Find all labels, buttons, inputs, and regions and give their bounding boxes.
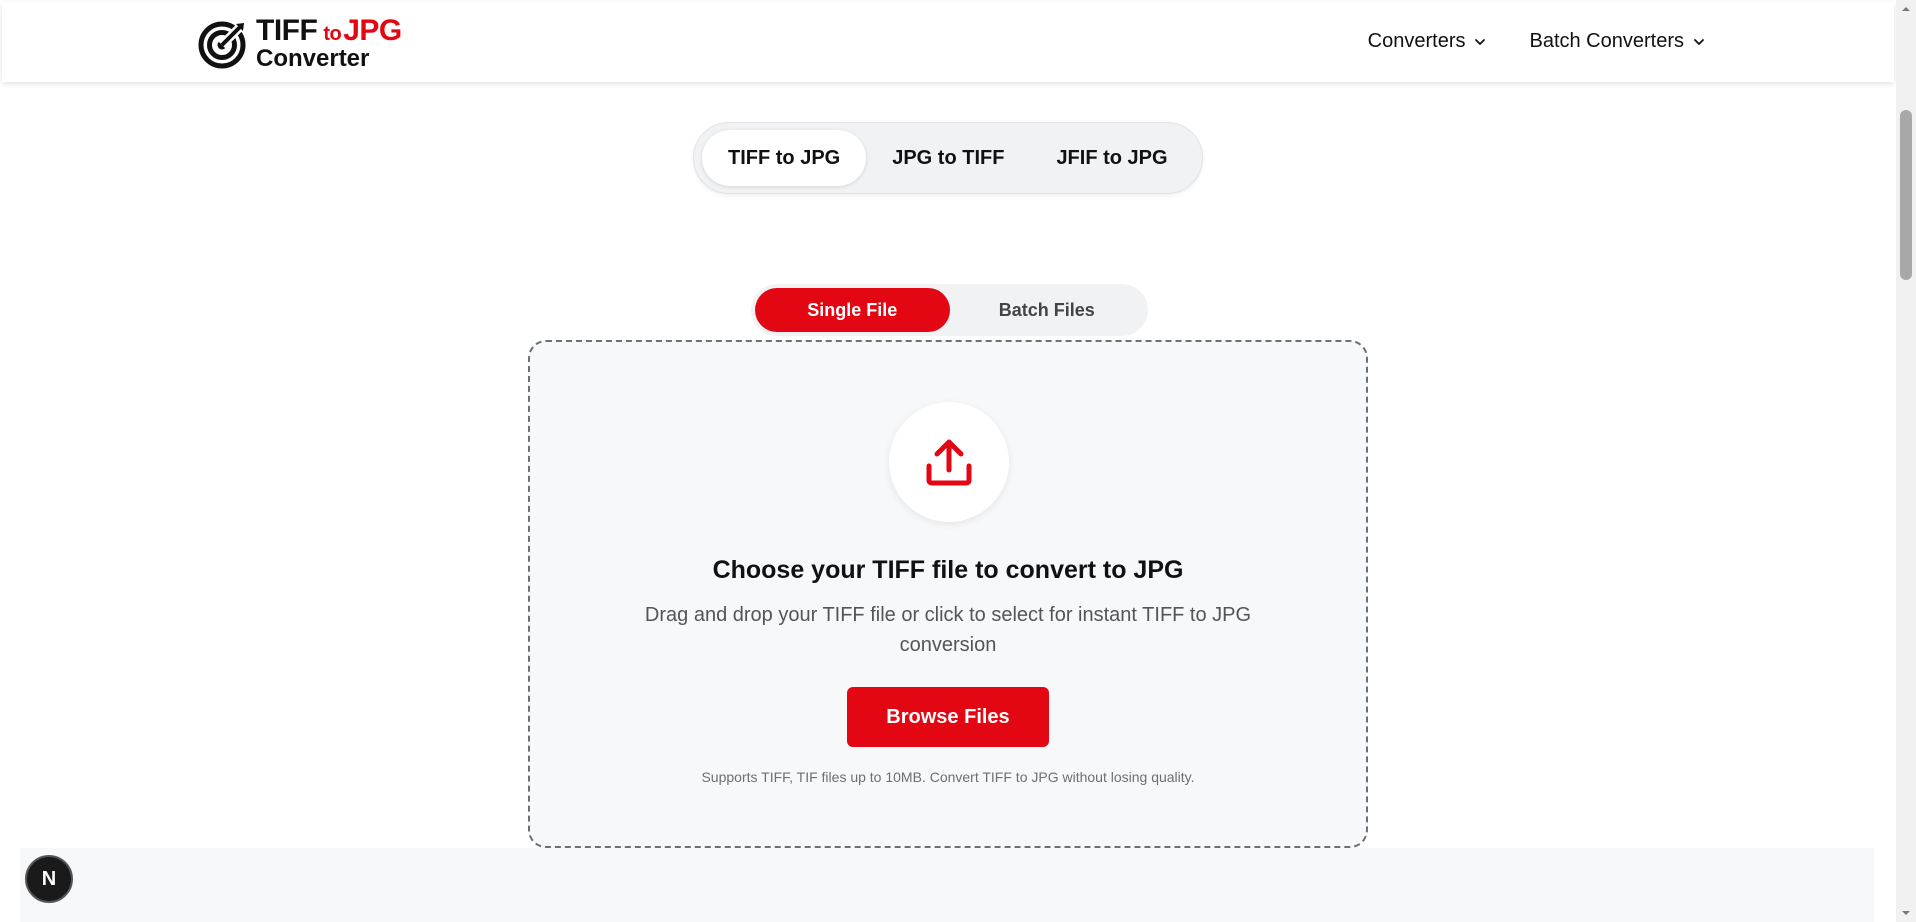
logo-wordmark: TIFF to JPG Converter [256,16,402,71]
page: TIFF to JPG Converter Converters Batch C… [0,0,1896,922]
logo-tiff-text: TIFF [256,14,318,47]
chevron-down-icon [1694,38,1704,45]
dev-tools-badge[interactable]: N [25,855,73,903]
tab-tiff-to-jpg[interactable]: TIFF to JPG [702,130,867,186]
main-nav: Converters Batch Converters [1368,30,1706,53]
chevron-down-icon [1475,38,1486,45]
tab-jfif-to-jpg[interactable]: JFIF to JPG [1030,130,1193,186]
browse-files-button[interactable]: Browse Files [847,687,1049,747]
logo-jpg-text: JPG [343,14,402,47]
tab-jpg-to-tiff[interactable]: JPG to TIFF [866,130,1030,186]
scrollbar-thumb[interactable] [1900,110,1912,280]
upload-icon-circle [889,402,1009,522]
logo-to-text: to [323,23,342,45]
dropzone-description: Drag and drop your TIFF file or click to… [644,604,1252,656]
supported-formats-note: Supports TIFF, TIF files up to 10MB. Con… [701,769,1195,785]
batch-files-button[interactable]: Batch Files [950,288,1145,332]
converter-tabs: TIFF to JPG JPG to TIFF JFIF to JPG [693,122,1203,194]
nav-converters[interactable]: Converters [1368,30,1488,53]
scroll-down-arrow-icon[interactable] [1896,904,1916,922]
dropzone-title: Choose your TIFF file to convert to JPG [712,556,1184,584]
page-scrollbar[interactable] [1896,0,1916,922]
file-dropzone[interactable]: Choose your TIFF file to convert to JPG … [528,340,1368,848]
single-file-button[interactable]: Single File [755,288,950,332]
scroll-up-arrow-icon[interactable] [1896,0,1916,18]
logo-converter-text: Converter [256,45,370,72]
nav-batch-converters-label: Batch Converters [1529,30,1684,52]
next-section [20,848,1874,922]
dev-tools-badge-label: N [41,867,57,890]
target-logo-icon [198,21,246,68]
file-mode-toggle: Single File Batch Files [751,284,1148,336]
upload-icon [926,439,972,486]
site-logo[interactable]: TIFF to JPG Converter [196,16,402,71]
nav-batch-converters[interactable]: Batch Converters [1529,30,1706,53]
site-header: TIFF to JPG Converter Converters Batch C… [2,2,1894,82]
nav-converters-label: Converters [1367,30,1466,52]
